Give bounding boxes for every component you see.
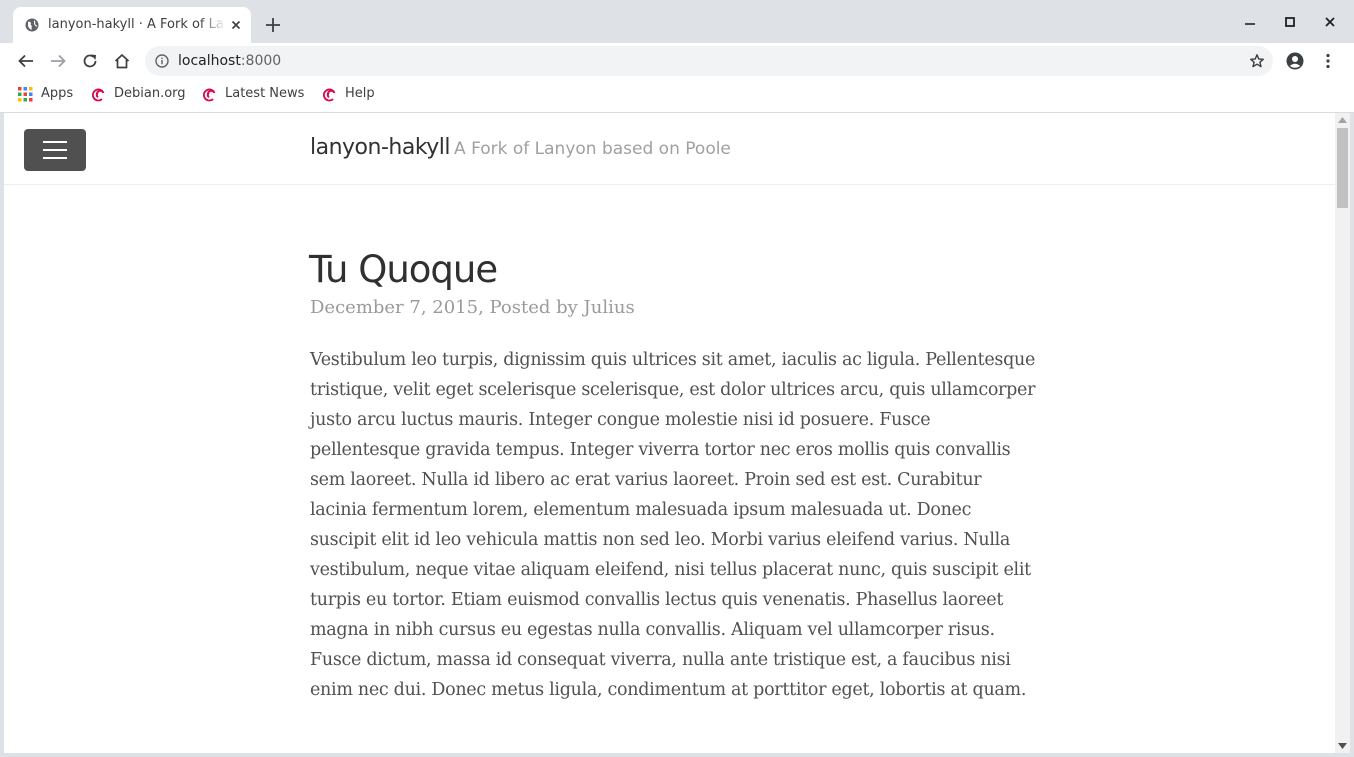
post-meta: December 7, 2015, Posted by Julius bbox=[310, 297, 635, 318]
hamburger-bar bbox=[43, 157, 67, 159]
close-window-icon[interactable] bbox=[1322, 14, 1338, 30]
site-name[interactable]: lanyon-hakyll bbox=[310, 135, 451, 160]
site-tagline: A Fork of Lanyon based on Poole bbox=[454, 139, 731, 159]
hamburger-bar bbox=[43, 149, 67, 151]
url-text: localhost:8000 bbox=[178, 53, 281, 69]
debian-swirl-icon bbox=[202, 88, 216, 102]
new-tab-icon[interactable] bbox=[264, 16, 282, 34]
maximize-icon[interactable] bbox=[1282, 14, 1298, 30]
debian-swirl-icon bbox=[91, 88, 105, 102]
site-info-icon[interactable] bbox=[155, 54, 169, 68]
apps-grid-icon bbox=[18, 87, 33, 102]
tab-title: lanyon-hakyll · A Fork of Lanyon based o… bbox=[48, 17, 226, 32]
scrollbar-thumb[interactable] bbox=[1337, 128, 1348, 208]
home-icon[interactable] bbox=[113, 52, 131, 70]
post-title: Tu Quoque bbox=[309, 248, 498, 291]
kebab-menu-icon[interactable] bbox=[1319, 52, 1337, 70]
browser-toolbar: localhost:8000 bbox=[0, 43, 1354, 79]
bookmarks-bar: Apps Debian.org Latest News Help bbox=[0, 79, 1354, 113]
tab-strip: lanyon-hakyll · A Fork of Lanyon based o… bbox=[0, 0, 1354, 43]
hamburger-bar bbox=[43, 141, 67, 143]
browser-window: lanyon-hakyll · A Fork of Lanyon based o… bbox=[0, 0, 1354, 757]
bookmark-label: Latest News bbox=[225, 86, 305, 101]
bookmark-label: Help bbox=[345, 86, 375, 101]
profile-avatar-icon[interactable] bbox=[1286, 52, 1304, 70]
bookmark-star-icon[interactable] bbox=[1249, 53, 1265, 69]
masthead: lanyon-hakyll A Fork of Lanyon based on P… bbox=[4, 113, 1335, 185]
globe-icon bbox=[25, 18, 39, 32]
url-port: :8000 bbox=[240, 53, 282, 69]
forward-arrow-icon[interactable] bbox=[49, 52, 67, 70]
browser-tab[interactable]: lanyon-hakyll · A Fork of Lanyon based o… bbox=[13, 7, 251, 43]
url-host: localhost bbox=[178, 53, 241, 69]
scroll-up-arrow-icon[interactable] bbox=[1338, 117, 1347, 123]
site-title[interactable]: lanyon-hakyll A Fork of Lanyon based on P… bbox=[310, 135, 731, 160]
back-arrow-icon[interactable] bbox=[17, 52, 35, 70]
page-viewport: lanyon-hakyll A Fork of Lanyon based on P… bbox=[4, 113, 1335, 753]
bookmark-label: Apps bbox=[41, 86, 74, 101]
reload-icon[interactable] bbox=[81, 52, 99, 70]
address-bar[interactable]: localhost:8000 bbox=[145, 46, 1273, 76]
post-body: Vestibulum leo turpis, dignissim quis ul… bbox=[310, 350, 1036, 700]
sidebar-toggle-button[interactable] bbox=[24, 129, 86, 171]
close-tab-icon[interactable] bbox=[229, 18, 243, 32]
scroll-down-arrow-icon[interactable] bbox=[1338, 743, 1347, 749]
minimize-icon[interactable] bbox=[1242, 14, 1258, 30]
page-scrollbar[interactable] bbox=[1335, 113, 1350, 753]
debian-swirl-icon bbox=[322, 88, 336, 102]
bookmark-label: Debian.org bbox=[114, 86, 186, 101]
